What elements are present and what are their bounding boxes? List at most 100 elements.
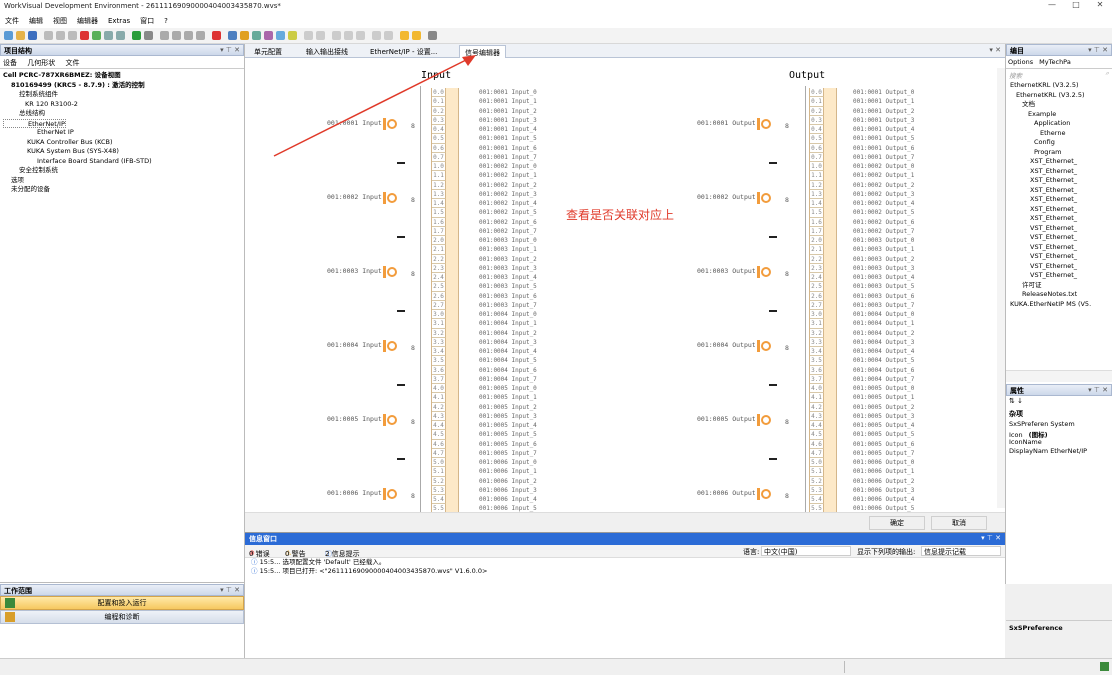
output-signal-row[interactable]: 001:0001 Output_1 xyxy=(853,97,914,106)
tree-item-ethernet-ip[interactable]: EtherNet/IP xyxy=(3,118,66,128)
input-connector-icon[interactable] xyxy=(387,415,397,425)
play-icon[interactable] xyxy=(132,31,141,40)
catalog-tree-item[interactable]: Program xyxy=(1008,148,1110,158)
catalog-tree-item[interactable]: Config xyxy=(1008,138,1110,148)
catalog-tree-item[interactable]: 文档 xyxy=(1008,100,1110,110)
input-signal-row[interactable]: 001:0005 Input_5 xyxy=(479,430,537,439)
output-group-label[interactable]: 001:0002 Output xyxy=(697,193,756,201)
align-center-icon[interactable] xyxy=(344,31,353,40)
input-signal-row[interactable]: 001:0006 Input_3 xyxy=(479,486,537,495)
menu-view[interactable]: 视图 xyxy=(48,14,72,28)
input-signal-row[interactable]: 001:0002 Input_2 xyxy=(479,181,537,190)
input-signal-row[interactable]: 001:0001 Input_6 xyxy=(479,144,537,153)
settings-icon[interactable] xyxy=(316,31,325,40)
output-connector-icon[interactable] xyxy=(761,341,771,351)
cancel-button[interactable]: 取消 xyxy=(931,516,987,530)
tree-item-kcb[interactable]: KUKA Controller Bus (KCB) xyxy=(3,138,241,148)
input-signal-row[interactable]: 001:0006 Input_2 xyxy=(479,477,537,486)
output-group-label[interactable]: 001:0005 Output xyxy=(697,415,756,423)
output-signal-row[interactable]: 001:0004 Output_6 xyxy=(853,366,914,375)
input-group-label[interactable]: 001:0003 Input xyxy=(327,267,382,275)
output-group-label[interactable]: 001:0004 Output xyxy=(697,341,756,349)
sync-icon[interactable] xyxy=(276,31,285,40)
input-signal-row[interactable]: 001:0004 Input_7 xyxy=(479,375,537,384)
output-signal-row[interactable]: 001:0001 Output_0 xyxy=(853,88,914,97)
output-signal-row[interactable]: 001:0001 Output_6 xyxy=(853,144,914,153)
arrow-icon[interactable] xyxy=(228,31,237,40)
tree-item-cell[interactable]: Cell PCRC-787XR6BMEZ: 设备视图 xyxy=(3,71,241,81)
doc-close-icon[interactable]: ▾ ✕ xyxy=(989,46,1001,54)
input-signal-row[interactable]: 001:0001 Input_0 xyxy=(479,88,537,97)
catalog-tree-item[interactable]: VST_Ethernet_ xyxy=(1008,252,1110,262)
input-signal-row[interactable]: 001:0001 Input_4 xyxy=(479,125,537,134)
input-signal-row[interactable]: 001:0001 Input_2 xyxy=(479,107,537,116)
input-signal-row[interactable]: 001:0006 Input_1 xyxy=(479,467,537,476)
input-signal-row[interactable]: 001:0001 Input_7 xyxy=(479,153,537,162)
input-signal-row[interactable]: 001:0003 Input_1 xyxy=(479,245,537,254)
copy-icon[interactable] xyxy=(56,31,65,40)
catalog-tree-item[interactable]: XST_Ethernet_ xyxy=(1008,195,1110,205)
input-signal-row[interactable]: 001:0005 Input_6 xyxy=(479,440,537,449)
input-signal-row[interactable]: 001:0003 Input_3 xyxy=(479,264,537,273)
catalog-tree-item[interactable]: 许可证 xyxy=(1008,281,1110,291)
tab-devices[interactable]: 设备 xyxy=(3,59,17,67)
catalog-tree-item[interactable]: VST_Ethernet_ xyxy=(1008,224,1110,234)
tree-item-bus-structure[interactable]: 总线结构 xyxy=(3,109,241,119)
grid-icon[interactable] xyxy=(372,31,381,40)
paste-icon[interactable] xyxy=(68,31,77,40)
input-signal-row[interactable]: 001:0004 Input_3 xyxy=(479,338,537,347)
tree-item-sys-bus[interactable]: KUKA System Bus (SYS-X48) xyxy=(3,147,241,157)
output-signal-row[interactable]: 001:0004 Output_5 xyxy=(853,356,914,365)
input-signal-row[interactable]: 001:0004 Input_2 xyxy=(479,329,537,338)
cut-icon[interactable] xyxy=(44,31,53,40)
input-signal-row[interactable]: 001:0002 Input_3 xyxy=(479,190,537,199)
output-signal-row[interactable]: 001:0006 Output_5 xyxy=(853,504,914,512)
input-signal-row[interactable]: 001:0005 Input_7 xyxy=(479,449,537,458)
property-row[interactable]: Icon (图标) xyxy=(1009,429,1109,439)
output-signal-row[interactable]: 001:0003 Output_5 xyxy=(853,282,914,291)
catalog-tree-item[interactable]: XST_Ethernet_ xyxy=(1008,157,1110,167)
tree-item-ethernet-ip-device[interactable]: EtherNet IP xyxy=(3,128,241,138)
workscope-item-programming[interactable]: 编程和诊断 xyxy=(0,610,244,624)
output-signal-row[interactable]: 001:0003 Output_7 xyxy=(853,301,914,310)
output-signal-row[interactable]: 001:0006 Output_1 xyxy=(853,467,914,476)
catalog-tree-item[interactable]: VST_Ethernet_ xyxy=(1008,262,1110,272)
catalog-tree-item[interactable]: XST_Ethernet_ xyxy=(1008,186,1110,196)
input-signal-row[interactable]: 001:0001 Input_5 xyxy=(479,134,537,143)
output-signal-row[interactable]: 001:0005 Output_5 xyxy=(853,430,914,439)
input-signal-row[interactable]: 001:0005 Input_0 xyxy=(479,384,537,393)
output-signal-row[interactable]: 001:0004 Output_0 xyxy=(853,310,914,319)
property-row[interactable]: DisplayNam EtherNet/IP xyxy=(1009,447,1109,456)
input-signal-row[interactable]: 001:0002 Input_6 xyxy=(479,218,537,227)
properties-sort-icon[interactable]: ⇅ ↓ xyxy=(1006,396,1112,408)
output-group-label[interactable]: 001:0003 Output xyxy=(697,267,756,275)
input-signal-row[interactable]: 001:0005 Input_4 xyxy=(479,421,537,430)
input-signal-row[interactable]: 001:0002 Input_0 xyxy=(479,162,537,171)
tree-item-options[interactable]: 选项 xyxy=(3,176,241,186)
output-signal-row[interactable]: 001:0002 Output_5 xyxy=(853,208,914,217)
input-signal-row[interactable]: 001:0003 Input_5 xyxy=(479,282,537,291)
tree-item-control-components[interactable]: 控制系统组件 xyxy=(3,90,241,100)
input-connector-icon[interactable] xyxy=(387,267,397,277)
output-signal-row[interactable]: 001:0006 Output_3 xyxy=(853,486,914,495)
output-signal-row[interactable]: 001:0002 Output_2 xyxy=(853,181,914,190)
output-signal-row[interactable]: 001:0003 Output_2 xyxy=(853,255,914,264)
menu-extras[interactable]: Extras xyxy=(103,15,135,27)
add-icon[interactable] xyxy=(92,31,101,40)
output-signal-row[interactable]: 001:0003 Output_1 xyxy=(853,245,914,254)
input-signal-row[interactable]: 001:0004 Input_1 xyxy=(479,319,537,328)
input-connector-icon[interactable] xyxy=(387,489,397,499)
redo-icon[interactable] xyxy=(116,31,125,40)
output-connector-icon[interactable] xyxy=(761,415,771,425)
output-connector-icon[interactable] xyxy=(761,193,771,203)
property-row[interactable]: SxSPreferen System xyxy=(1009,420,1109,429)
search-icon[interactable]: ⌕ xyxy=(1105,69,1109,78)
input-signal-row[interactable]: 001:0001 Input_3 xyxy=(479,116,537,125)
input-signal-row[interactable]: 001:0002 Input_5 xyxy=(479,208,537,217)
refresh-icon[interactable] xyxy=(304,31,313,40)
close-button[interactable]: ✕ xyxy=(1088,0,1112,14)
output-signal-row[interactable]: 001:0003 Output_4 xyxy=(853,273,914,282)
output-signal-row[interactable]: 001:0001 Output_7 xyxy=(853,153,914,162)
output-signal-row[interactable]: 001:0005 Output_0 xyxy=(853,384,914,393)
catalog-search[interactable]: 搜索 ⌕ xyxy=(1006,69,1112,80)
